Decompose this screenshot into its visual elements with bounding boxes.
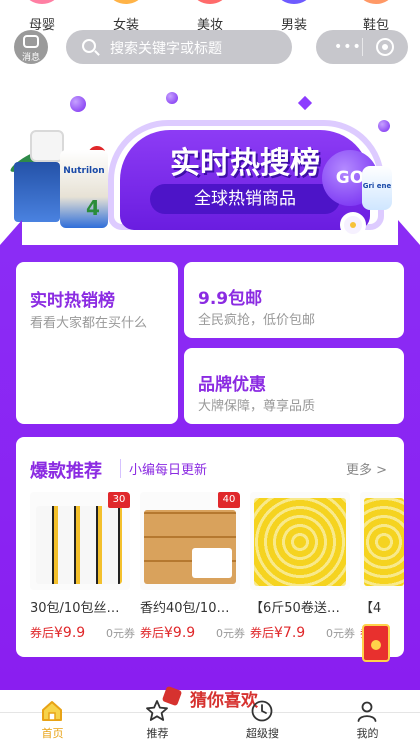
product-image — [250, 492, 350, 590]
product-price: 券后¥7.9 — [250, 625, 306, 641]
decor-ball — [166, 92, 178, 104]
clock-icon — [251, 700, 273, 722]
bottle-image: Gri ene — [362, 166, 392, 210]
home-icon — [42, 701, 62, 721]
category-item-women[interactable]: 女装 — [96, 0, 156, 33]
category-item-men[interactable]: 男装 — [264, 0, 324, 33]
free-shipping-subtitle: 全民疯抢，低价包邮 — [198, 313, 316, 328]
product-image — [360, 492, 404, 590]
category-thumb — [278, 0, 310, 4]
category-thumb — [194, 0, 226, 4]
product-coupon: 0元券 — [326, 627, 355, 640]
tab-home[interactable]: 首页 — [0, 701, 105, 747]
star-icon — [146, 700, 168, 721]
red-packet-icon[interactable] — [362, 624, 390, 662]
product-badge: 30 — [108, 492, 130, 508]
bottom-tab-bar: 首页 推荐 超级搜 我的 — [0, 700, 420, 747]
product-name: 【4 — [360, 601, 382, 616]
message-button[interactable]: 消息 — [14, 30, 48, 64]
message-label: 消息 — [21, 53, 40, 63]
field-wedge-right — [398, 220, 420, 245]
hot-section-title: 爆款推荐 — [30, 461, 102, 482]
product-coupon: 0元券 — [216, 627, 245, 640]
mini-program-capsule: ••• — [316, 30, 408, 64]
product-price: 券后¥9.9 — [30, 625, 86, 641]
product-jar-image — [30, 130, 64, 162]
toilet-roll-stack — [364, 498, 404, 586]
product-name: 【6斤50卷送… — [250, 601, 340, 616]
formula-stage: 4 — [86, 196, 100, 220]
hot-list-title: 实时热销榜 — [30, 291, 115, 311]
toilet-roll-stack — [254, 498, 346, 586]
tissue-sample — [192, 548, 232, 578]
brand-deals-subtitle: 大牌保障，尊享品质 — [198, 399, 316, 414]
banner-title: 实时热搜榜 — [170, 146, 320, 181]
category-label: 母婴 — [28, 18, 55, 33]
product-coupon: 0元券 — [106, 627, 135, 640]
product-box-image — [14, 162, 60, 222]
tab-mine[interactable]: 我的 — [315, 701, 420, 747]
decor-ball — [70, 96, 86, 112]
decor-spark — [297, 95, 313, 111]
tab-super-search[interactable]: 超级搜 — [210, 700, 315, 747]
hot-list-subtitle: 看看大家都在买什么 — [30, 316, 148, 331]
more-dots-icon[interactable]: ••• — [334, 39, 362, 55]
product-image: 40 — [140, 492, 240, 590]
tab-label: 首页 — [41, 727, 64, 740]
category-item-baby[interactable]: 母婴 — [12, 0, 72, 33]
product-name: 30包/10包丝… — [30, 601, 120, 616]
formula-brand: Nutrilon — [63, 166, 105, 176]
tab-label: 我的 — [356, 727, 379, 740]
product-image: 30 — [30, 492, 130, 590]
product-card[interactable]: 【6斤50卷送… 券后¥7.9 0元券 — [250, 492, 355, 652]
hot-search-banner[interactable]: 实时热搜榜 全球热销商品 GO Nutrilon 4 Gri ene — [0, 90, 420, 245]
guess-you-like-label: 猜你喜欢 — [190, 691, 258, 711]
brand-deals-title: 品牌优惠 — [198, 375, 266, 395]
free-shipping-card[interactable]: 9.9包邮 全民疯抢，低价包邮 — [184, 262, 404, 338]
more-link[interactable]: 更多 > — [346, 459, 387, 478]
tissue-pack-stack — [36, 506, 122, 584]
search-placeholder: 搜索关键字或标题 — [110, 41, 222, 57]
hot-section-tagline: 小编每日更新 — [120, 459, 207, 478]
product-price: 券后¥9.9 — [140, 625, 196, 641]
close-circle-icon[interactable] — [376, 38, 394, 56]
category-thumb — [360, 0, 392, 4]
tab-recommend[interactable]: 推荐 — [105, 700, 210, 747]
hot-products-section: 爆款推荐 小编每日更新 更多 > 30 30包/10包丝… 券后¥9.9 0元券… — [16, 437, 404, 657]
hot-list-card[interactable]: 实时热销榜 看看大家都在买什么 — [16, 262, 178, 424]
free-shipping-title: 9.9包邮 — [198, 289, 263, 309]
user-icon — [357, 701, 377, 722]
chat-bubble-icon — [23, 35, 39, 48]
tab-label: 推荐 — [146, 727, 169, 740]
search-icon — [82, 39, 96, 53]
product-card[interactable]: 30 30包/10包丝… 券后¥9.9 0元券 — [30, 492, 135, 652]
bottle-brand: Gri ene — [362, 182, 392, 190]
category-thumb — [26, 0, 58, 4]
tab-label: 超级搜 — [246, 727, 279, 740]
flower-decor — [340, 212, 366, 238]
capsule-divider — [362, 38, 363, 56]
brand-deals-card[interactable]: 品牌优惠 大牌保障，尊享品质 — [184, 348, 404, 424]
product-name: 香约40包/10… — [140, 601, 230, 616]
category-item-bags[interactable]: 鞋包 — [346, 0, 406, 33]
product-badge: 40 — [218, 492, 240, 508]
formula-can-image: Nutrilon 4 — [60, 150, 108, 228]
product-card[interactable]: 40 香约40包/10… 券后¥9.9 0元券 — [140, 492, 245, 652]
category-item-beauty[interactable]: 美妆 — [180, 0, 240, 33]
category-thumb — [110, 0, 142, 4]
decor-ball — [378, 120, 390, 132]
field-wedge-left — [0, 220, 22, 245]
banner-subtitle: 全球热销商品 — [150, 184, 340, 214]
search-input[interactable]: 搜索关键字或标题 — [66, 30, 292, 64]
